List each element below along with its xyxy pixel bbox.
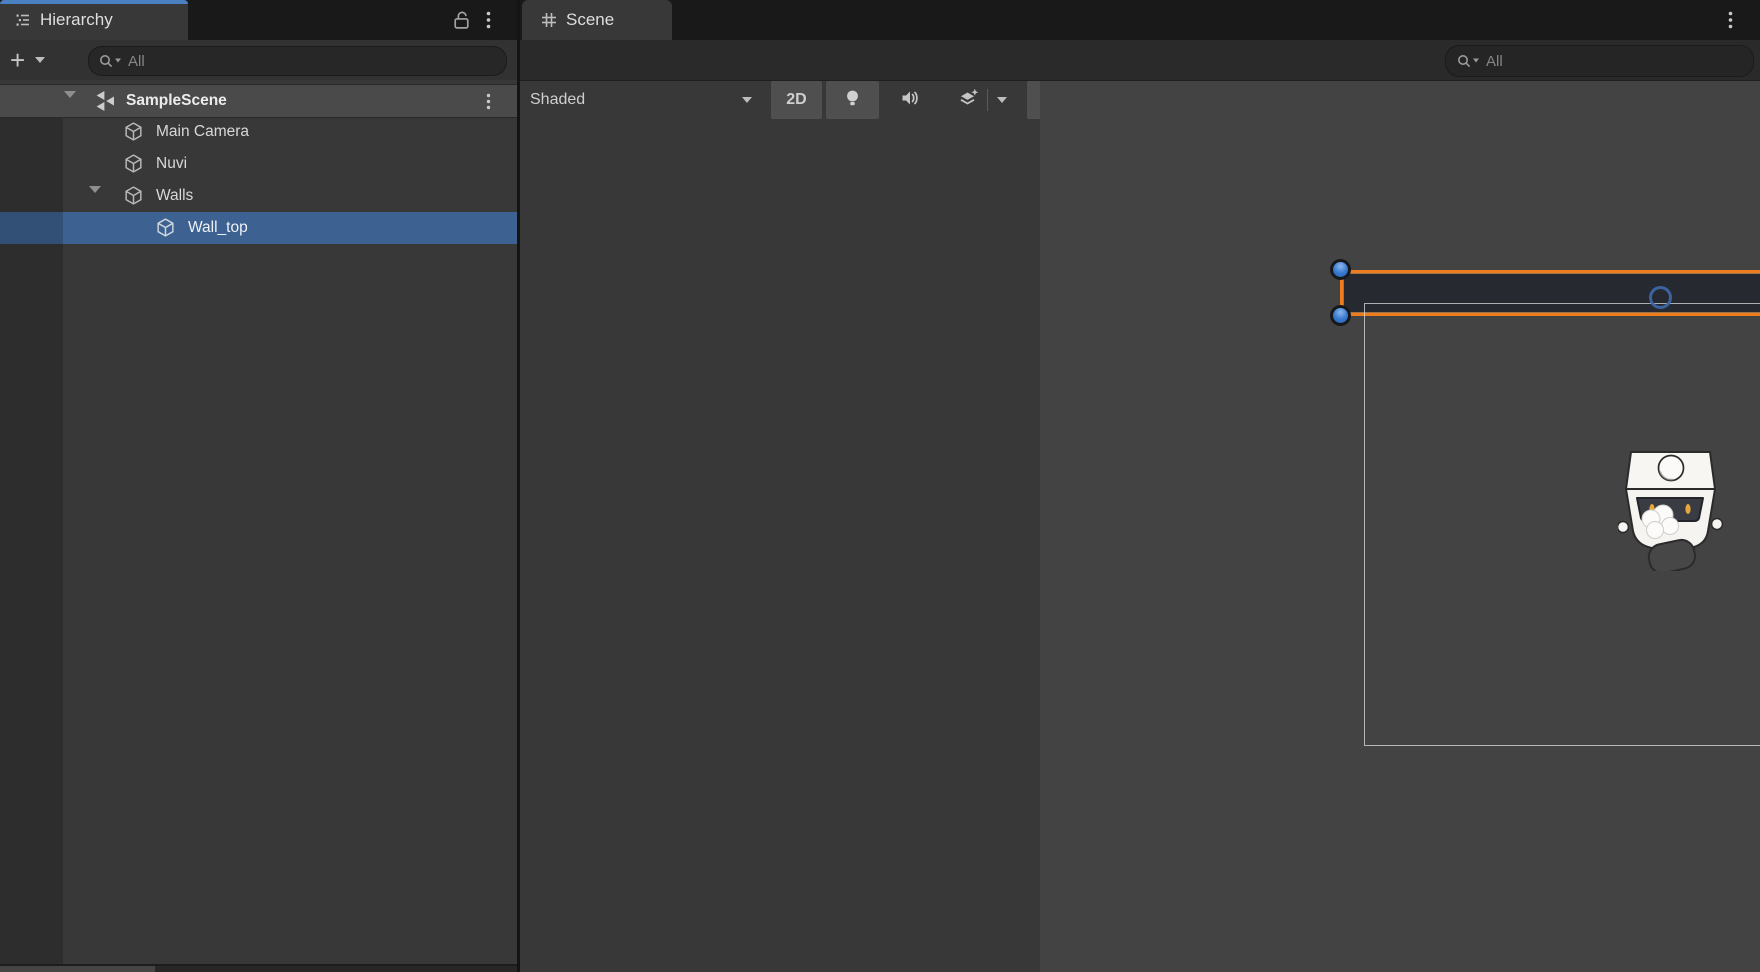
- scene-tabbar: Scene: [520, 0, 1760, 40]
- selection-handle-top-left[interactable]: [1330, 259, 1351, 280]
- scene-effects-dropdown[interactable]: [941, 81, 1023, 119]
- draw-mode-caret-icon: [742, 97, 752, 103]
- hierarchy-search-input[interactable]: [124, 53, 506, 70]
- scene-row-kebab-icon[interactable]: [486, 93, 491, 115]
- tree-row-walls[interactable]: Walls: [0, 180, 517, 212]
- focused-tab-accent: [0, 0, 188, 4]
- scene-viewport[interactable]: [1040, 81, 1760, 972]
- cube-icon: [123, 121, 144, 147]
- hierarchy-tab-label: Hierarchy: [40, 10, 113, 30]
- draw-mode-dropdown[interactable]: Shaded: [520, 81, 766, 119]
- robot-left-hand: [1618, 522, 1629, 533]
- tree-row-main-camera[interactable]: Main Camera: [0, 116, 517, 148]
- unlock-icon[interactable]: [451, 9, 472, 36]
- tree-row-label: Nuvi: [156, 155, 187, 173]
- hierarchy-icon: [14, 11, 32, 29]
- scene-menu-kebab-icon[interactable]: [1728, 11, 1733, 34]
- scene-audio-button[interactable]: [883, 81, 937, 119]
- cube-icon: [155, 217, 176, 243]
- pivot-handle[interactable]: [1649, 286, 1672, 309]
- scene-panel: Scene Shaded 2D: [520, 0, 1760, 972]
- search-icon: [98, 53, 124, 69]
- tree-row-wall-top[interactable]: Wall_top: [0, 212, 517, 244]
- tree-row-label: Wall_top: [188, 219, 248, 237]
- scene-search-input[interactable]: [1482, 53, 1753, 70]
- robot-sprite[interactable]: [1618, 449, 1723, 571]
- 2d-label: 2D: [786, 91, 806, 109]
- divider: [987, 89, 988, 111]
- effects-layers-icon: [958, 88, 979, 113]
- scene-lighting-button[interactable]: [826, 81, 879, 119]
- create-object-button[interactable]: +: [10, 44, 72, 76]
- tree-row-label: Walls: [156, 187, 193, 205]
- unity-editor-window: Hierarchy +: [0, 0, 1760, 972]
- hierarchy-search-field[interactable]: [88, 46, 507, 76]
- tab-hierarchy[interactable]: Hierarchy: [0, 0, 188, 40]
- scene-row-label: SampleScene: [126, 92, 227, 110]
- hierarchy-tree: SampleScene Main Camera: [0, 80, 517, 966]
- scene-tab-label: Scene: [566, 10, 614, 30]
- speaker-icon: [900, 88, 920, 113]
- scene-toolbar: Shaded 2D: [520, 40, 1760, 81]
- scene-search-field[interactable]: [1445, 45, 1754, 77]
- toggle-2d-button[interactable]: 2D: [771, 81, 822, 119]
- hierarchy-hscrollbar-track[interactable]: [0, 966, 517, 972]
- tab-scene[interactable]: Scene: [522, 0, 672, 40]
- hierarchy-hscrollbar-thumb[interactable]: [0, 966, 155, 972]
- search-icon: [1456, 53, 1482, 69]
- hierarchy-panel: Hierarchy +: [0, 0, 517, 972]
- effects-caret-icon: [997, 97, 1007, 103]
- hierarchy-menu-kebab-icon[interactable]: [486, 11, 491, 29]
- tree-row-nuvi[interactable]: Nuvi: [0, 148, 517, 180]
- selection-handle-bottom-left[interactable]: [1330, 305, 1351, 326]
- scene-row-samplescene[interactable]: SampleScene: [0, 84, 517, 118]
- expand-triangle-icon[interactable]: [64, 98, 76, 116]
- create-dropdown-caret-icon: [35, 57, 45, 63]
- cube-icon: [123, 185, 144, 211]
- hierarchy-toolbar: +: [0, 40, 517, 81]
- scene-grid-icon: [540, 11, 558, 29]
- hierarchy-tabbar: Hierarchy: [0, 0, 517, 40]
- plus-icon: +: [10, 47, 25, 73]
- robot-right-hand: [1712, 519, 1723, 530]
- expand-triangle-icon[interactable]: [89, 193, 101, 211]
- unity-logo-icon: [94, 90, 116, 117]
- cube-icon: [123, 153, 144, 179]
- bulb-icon: [844, 88, 861, 113]
- robot-right-eye: [1685, 504, 1690, 514]
- tree-row-label: Main Camera: [156, 123, 249, 141]
- draw-mode-label: Shaded: [530, 91, 585, 109]
